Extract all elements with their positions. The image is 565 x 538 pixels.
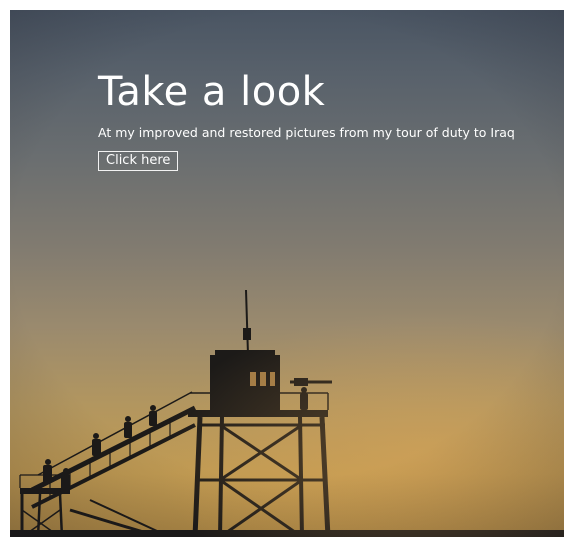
page: Take a look At my improved and restored … xyxy=(0,0,565,538)
hero-banner: Take a look At my improved and restored … xyxy=(10,10,564,537)
click-here-button[interactable]: Click here xyxy=(98,151,179,171)
hero-title: Take a look xyxy=(98,69,326,115)
hero-subtitle: At my improved and restored pictures fro… xyxy=(98,125,515,140)
